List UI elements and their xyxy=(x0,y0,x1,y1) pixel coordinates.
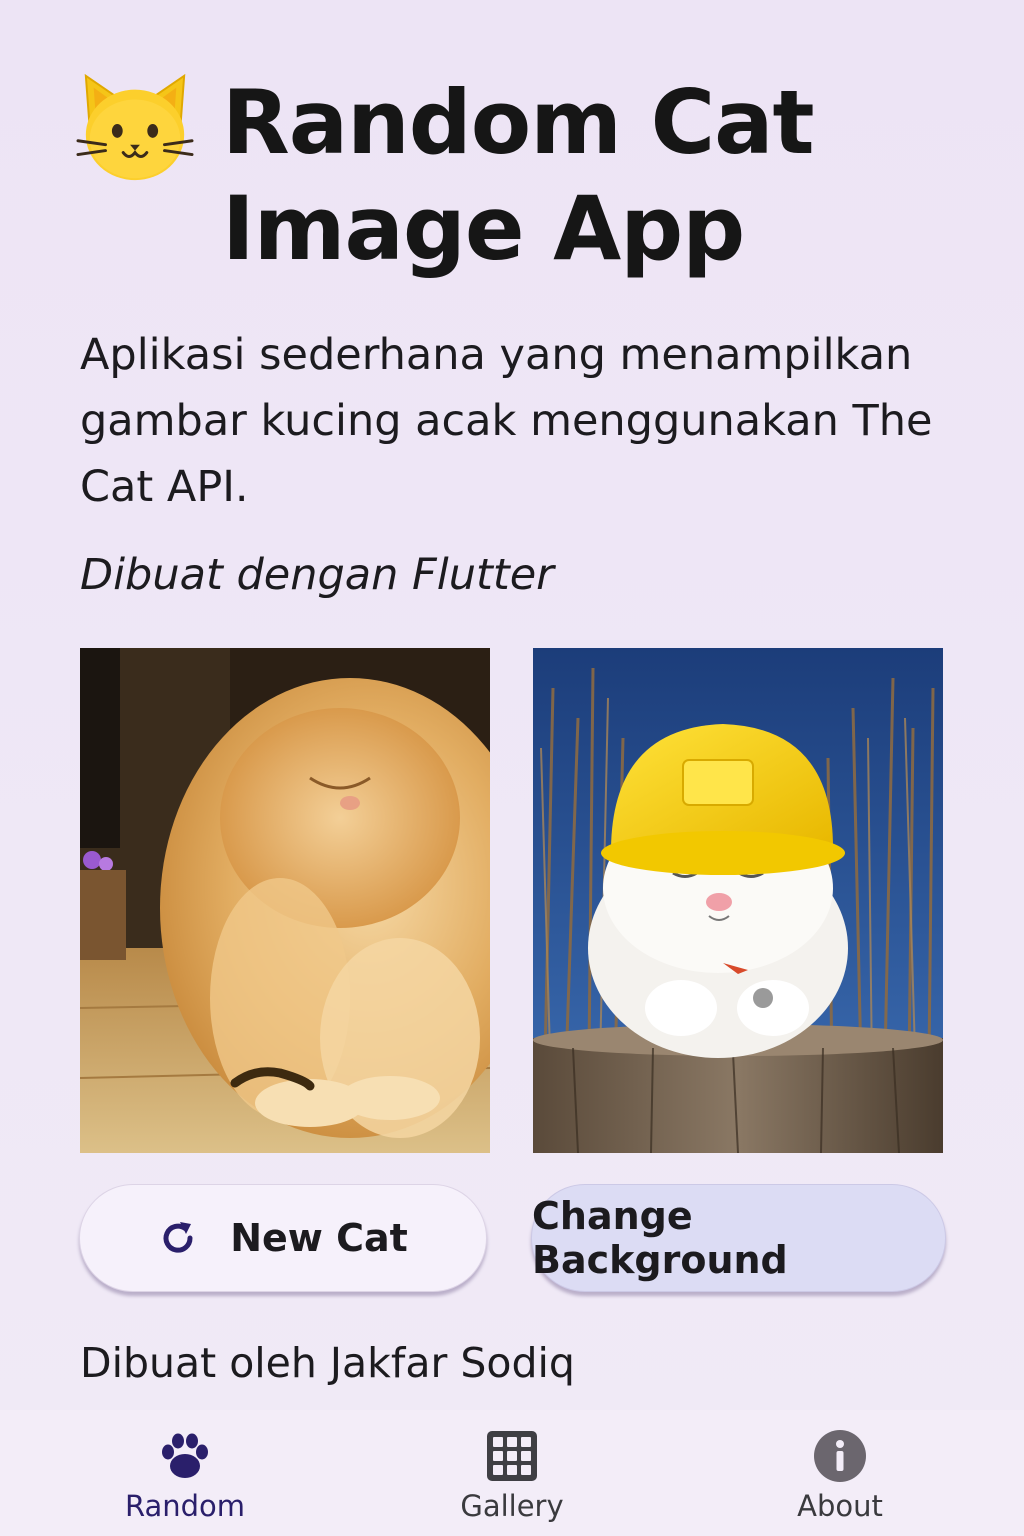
paw-icon xyxy=(162,1433,208,1478)
app-description: Aplikasi sederhana yang menampilkan gamb… xyxy=(80,330,933,512)
author-credit: Dibuat oleh Jakfar Sodiq xyxy=(80,1339,575,1387)
refresh-icon xyxy=(163,1222,193,1253)
white-cat-yellow-hardhat-photo xyxy=(533,648,943,1153)
nav-label-gallery: Gallery xyxy=(460,1489,564,1523)
nav-item-gallery[interactable]: Gallery xyxy=(402,1410,622,1536)
nav-label-about: About xyxy=(797,1489,883,1523)
nav-item-about[interactable]: About xyxy=(730,1410,950,1536)
grid-icon xyxy=(487,1431,537,1481)
info-icon xyxy=(814,1430,866,1482)
change-background-button-label: Change Background xyxy=(532,1194,788,1282)
change-background-button[interactable]: Change Background xyxy=(531,1184,946,1292)
nav-label-random: Random xyxy=(124,1489,246,1523)
header: Random Cat Image App xyxy=(76,64,956,284)
fluffy-orange-cat-photo xyxy=(80,648,490,1153)
nav-item-random[interactable]: Random xyxy=(75,1410,295,1536)
new-cat-button-label: New Cat xyxy=(230,1216,408,1260)
page-title: Random Cat Image App xyxy=(222,71,815,280)
cat-face-icon xyxy=(76,73,194,181)
app-screen: Random Cat Image App Aplikasi sederhana … xyxy=(0,0,1024,1536)
new-cat-button[interactable]: New Cat xyxy=(79,1184,487,1292)
built-with-text: Dibuat dengan Flutter xyxy=(80,550,554,600)
bottom-navigation-bar: Random Gallery About xyxy=(0,1410,1024,1536)
